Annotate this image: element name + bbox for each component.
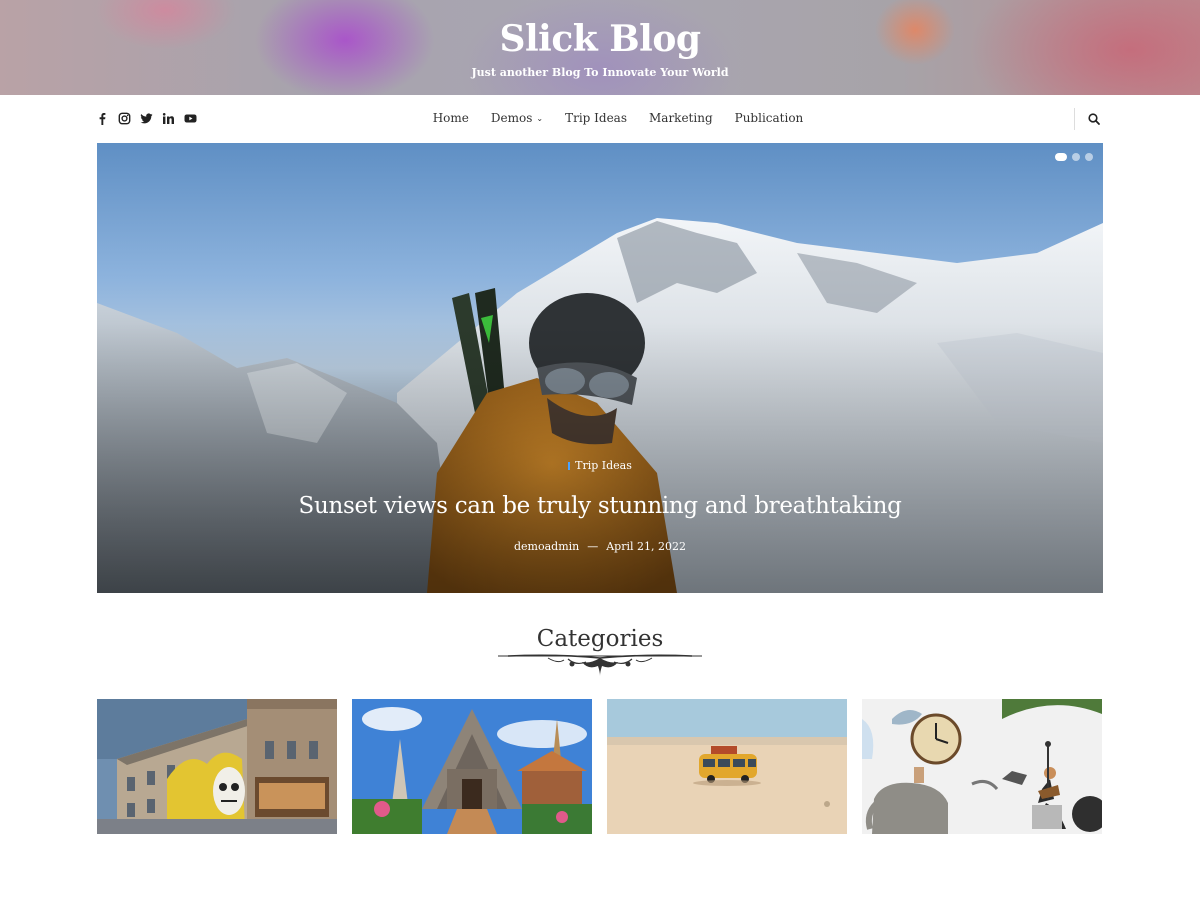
hero-title[interactable]: Sunset views can be truly stunning and b… [97,493,1103,519]
hero-category-label: Trip Ideas [575,459,632,472]
category-image-collage [862,699,1102,834]
primary-menu: Home Demos ⌄ Trip Ideas Marketing Publica… [0,111,1200,125]
hero-category[interactable]: Trip Ideas [97,459,1103,472]
hero-slider[interactable]: Trip Ideas Sunset views can be truly stu… [97,143,1103,593]
main-navbar: Home Demos ⌄ Trip Ideas Marketing Publica… [0,95,1200,143]
category-card[interactable] [862,699,1102,834]
ornament-divider-icon [498,654,702,676]
menu-item-demos[interactable]: Demos ⌄ [491,111,543,125]
menu-item-marketing[interactable]: Marketing [649,111,713,125]
category-card[interactable] [607,699,847,834]
category-marker [568,462,571,470]
menu-item-label: Publication [734,111,804,125]
category-card[interactable] [352,699,592,834]
menu-item-trip-ideas[interactable]: Trip Ideas [565,111,627,125]
category-image-building [97,699,337,834]
hero-meta: demoadmin — April 21, 2022 [97,540,1103,553]
site-title[interactable]: Slick Blog [0,18,1200,60]
slider-dots [1055,153,1093,161]
category-grid [97,699,1102,834]
slider-dot[interactable] [1072,153,1080,161]
category-image-temple [352,699,592,834]
site-tagline: Just another Blog To Innovate Your World [471,66,729,79]
meta-separator: — [587,540,599,553]
menu-item-label: Demos [490,111,533,125]
menu-item-publication[interactable]: Publication [735,111,804,125]
chevron-down-icon: ⌄ [536,113,544,123]
nav-divider [1074,108,1075,130]
category-card[interactable] [97,699,337,834]
menu-item-home[interactable]: Home [433,111,469,125]
search-icon[interactable] [1087,112,1101,126]
hero-overlay [97,143,1103,593]
post-author[interactable]: demoadmin [514,540,579,553]
category-image-van [607,699,847,834]
menu-item-label: Marketing [649,111,713,125]
post-date[interactable]: April 21, 2022 [606,540,686,553]
categories-heading: Categories [536,626,664,652]
slider-dot[interactable] [1085,153,1093,161]
menu-item-label: Trip Ideas [565,111,627,125]
slider-dot[interactable] [1055,153,1067,161]
menu-item-label: Home [432,111,469,125]
header-banner: Slick Blog Just another Blog To Innovate… [0,0,1200,95]
